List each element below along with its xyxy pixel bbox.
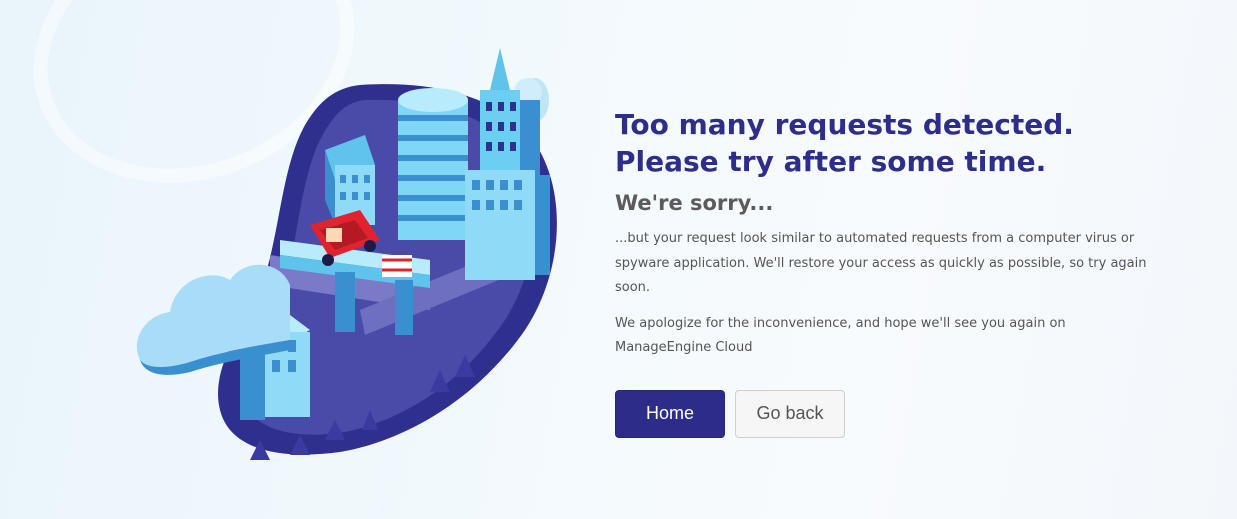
page-title: Too many requests detected. Please try a… (615, 108, 1074, 178)
explanation-text: ...but your request look similar to auto… (615, 231, 1147, 295)
roadblock-icon (382, 255, 412, 277)
apology-text: We apologize for the inconvenience, and … (615, 315, 1066, 356)
home-button[interactable]: Home (615, 389, 725, 438)
error-content: Too many requests detected. Please try a… (615, 106, 1155, 438)
action-buttons: Home Go back (615, 389, 1155, 438)
page-subtitle: We're sorry... (615, 191, 774, 215)
city-traffic-illustration (130, 40, 570, 460)
go-back-button[interactable]: Go back (735, 389, 845, 438)
